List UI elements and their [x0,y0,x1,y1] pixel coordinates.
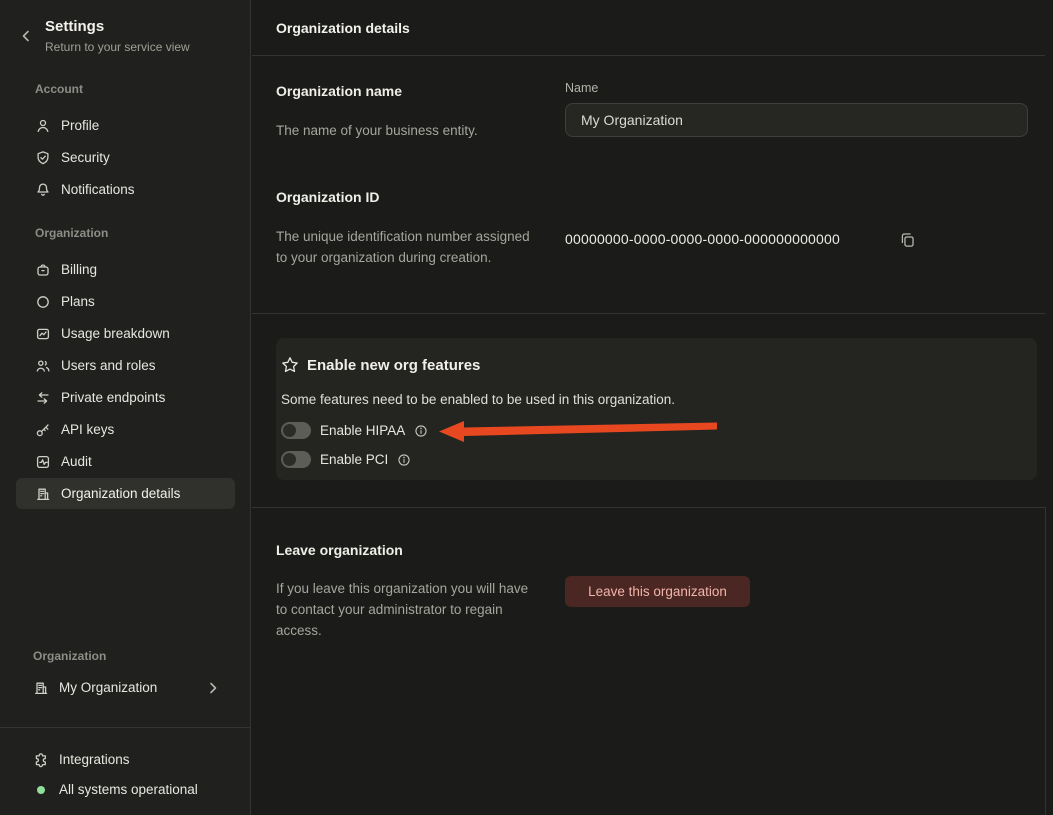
sidebar-item-label: Audit [61,454,92,469]
sidebar-item-usage-breakdown[interactable]: Usage breakdown [16,318,235,349]
building-icon [35,486,51,502]
leave-organization-button[interactable]: Leave this organization [565,576,750,607]
sidebar-item-label: Notifications [61,182,135,197]
sidebar-item-notifications[interactable]: Notifications [16,174,235,205]
shield-check-icon [35,150,51,166]
building-icon [33,680,49,696]
swap-arrows-icon [35,390,51,406]
section-label-account: Account [35,82,83,96]
system-status[interactable]: All systems operational [16,774,235,805]
sidebar-item-label: Integrations [59,752,130,767]
status-label: All systems operational [59,782,198,797]
org-id-heading: Organization ID [276,189,379,205]
section-label-organization-switcher: Organization [33,649,106,663]
hipaa-toggle[interactable] [281,422,311,439]
pci-toggle-row: Enable PCI [281,451,411,468]
org-switcher[interactable]: My Organization [16,672,235,703]
copy-icon [899,231,916,248]
sidebar-item-security[interactable]: Security [16,142,235,173]
sidebar-item-label: Billing [61,262,97,277]
usage-chart-icon [35,326,51,342]
org-name-input[interactable] [565,103,1028,137]
back-button[interactable] [16,26,36,46]
settings-page: Settings Return to your service view Acc… [0,0,1053,815]
features-card-heading: Enable new org features [307,357,480,374]
pci-toggle[interactable] [281,451,311,468]
sidebar-item-integrations[interactable]: Integrations [16,744,235,775]
users-icon [35,358,51,374]
sidebar-item-label: Security [61,150,110,165]
org-id-value: 00000000-0000-0000-0000-000000000000 [565,231,840,247]
section-divider [252,313,1045,314]
sidebar-item-label: Organization details [61,486,180,501]
sidebar-divider [0,727,251,728]
star-icon [281,356,299,374]
sidebar-item-label: Profile [61,118,99,133]
key-icon [35,422,51,438]
section-label-organization: Organization [35,226,108,240]
sidebar-item-private-endpoints[interactable]: Private endpoints [16,382,235,413]
copy-button[interactable] [897,229,917,249]
sidebar-item-label: API keys [61,422,114,437]
features-card: Enable new org features Some features ne… [276,338,1037,480]
status-dot-icon [37,786,45,794]
sidebar-title: Settings [45,18,104,35]
sidebar-item-audit[interactable]: Audit [16,446,235,477]
name-field-label: Name [565,81,598,95]
pci-toggle-label: Enable PCI [320,452,388,467]
info-icon[interactable] [414,424,428,438]
circle-icon [35,294,51,310]
wallet-icon [35,262,51,278]
sidebar-item-label: Private endpoints [61,390,165,405]
sidebar-item-organization-details[interactable]: Organization details [16,478,235,509]
scrollbar-track[interactable] [1045,507,1046,815]
sidebar-item-label: Usage breakdown [61,326,170,341]
info-icon[interactable] [397,453,411,467]
bell-icon [35,182,51,198]
leave-org-heading: Leave organization [276,542,403,558]
sidebar-item-plans[interactable]: Plans [16,286,235,317]
pulse-icon [35,454,51,470]
puzzle-icon [33,752,49,768]
org-switcher-label: My Organization [59,680,157,695]
org-name-description: The name of your business entity. [276,120,478,141]
chevron-left-icon [18,28,34,44]
chevron-right-icon [205,680,221,696]
sidebar-item-users-and-roles[interactable]: Users and roles [16,350,235,381]
user-icon [35,118,51,134]
sidebar-item-label: Plans [61,294,95,309]
org-id-description: The unique identification number assigne… [276,226,534,268]
hipaa-toggle-label: Enable HIPAA [320,423,405,438]
hipaa-toggle-row: Enable HIPAA [281,422,428,439]
sidebar-item-api-keys[interactable]: API keys [16,414,235,445]
page-title: Organization details [276,20,410,36]
sidebar-item-billing[interactable]: Billing [16,254,235,285]
header-divider [252,55,1045,56]
leave-org-description: If you leave this organization you will … [276,578,538,641]
org-name-heading: Organization name [276,83,402,99]
section-divider [252,507,1045,508]
features-card-description: Some features need to be enabled to be u… [281,392,675,407]
sidebar: Settings Return to your service view Acc… [0,0,251,815]
sidebar-item-label: Users and roles [61,358,156,373]
sidebar-subtitle: Return to your service view [45,40,190,54]
sidebar-item-profile[interactable]: Profile [16,110,235,141]
